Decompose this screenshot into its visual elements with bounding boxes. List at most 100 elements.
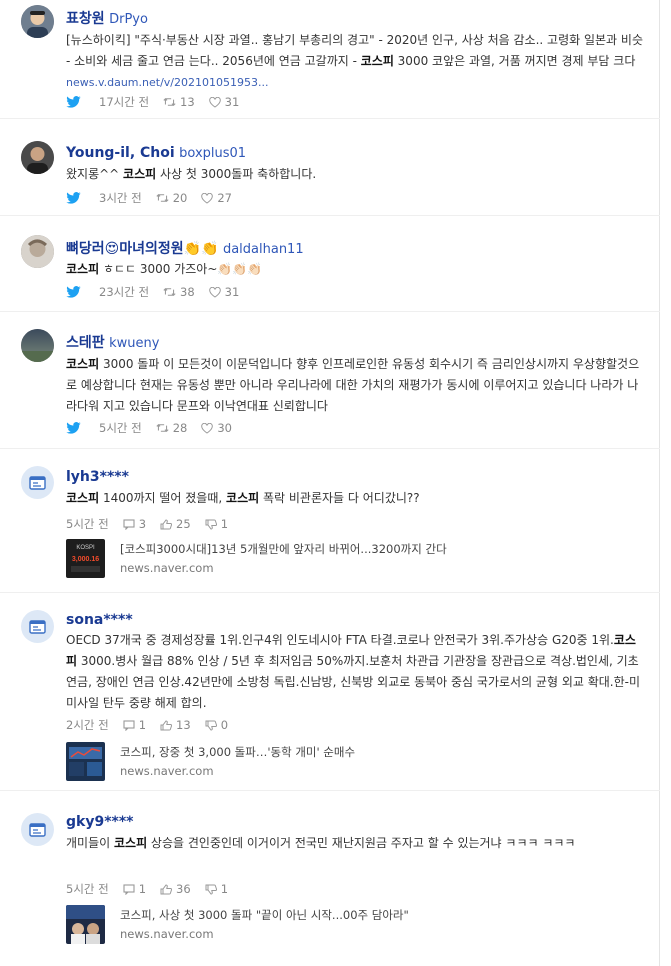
news-thumbnail [66,741,105,781]
tweet-item: Young-il, Choi boxplus01 왔지롱^^ 코스피 사상 첫 … [0,119,660,215]
news-source: news.naver.com [120,927,214,941]
thumbs-up-icon [160,883,173,894]
keyword-highlight: 코스피 [66,357,100,371]
reply-button[interactable]: 1 [123,718,146,732]
tweet-text: 코스피 3000 돌파 이 모든것이 이문덕입니다 향후 인프레로인한 유동성 … [66,354,646,417]
tweet-item: 스테판 kwueny 코스피 3000 돌파 이 모든것이 이문덕입니다 향후 … [0,312,660,448]
news-thumbnail: KOSPI 3,000.16 [66,538,105,578]
comment-item: sona**** OECD 37개국 중 경제성장률 1위.인구4위 인도네시아… [0,593,660,790]
like-button[interactable]: 27 [201,191,232,205]
tweet-text: 코스피 ㅎㄷㄷ 3000 가즈아~👏🏻👏🏻👏🏻 [66,259,646,280]
avatar[interactable] [21,235,54,268]
thumb-value: 3,000.16 [72,556,99,563]
tweet-text: 왔지롱^^ 코스피 사상 첫 3000돌파 축하합니다. [66,164,646,185]
author-handle[interactable]: DrPyo [109,12,148,27]
reply-button[interactable]: 1 [123,882,146,896]
author-name[interactable]: 표창원 [66,11,105,27]
like-button[interactable]: 31 [208,95,239,109]
thumbs-down-icon [205,884,217,895]
social-feed: 표창원 DrPyo [뉴스하이킥] "주식·부동산 시장 과열.. 홍남기 부총… [0,0,660,966]
text-part: 사상 첫 3000돌파 축하합니다. [156,167,317,181]
news-card[interactable]: KOSPI 3,000.16 [코스피3000시대]13년 5개월만에 앞자리 바… [66,538,447,578]
thumbs-up-button[interactable]: 13 [160,718,191,732]
author-name[interactable]: lyh3**** [66,469,129,485]
timestamp: 5시간 전 [66,882,109,896]
text-part: 3000.병사 월급 88% 인상 / 5년 후 최저임금 50%까지.보훈처 … [66,654,641,710]
like-count: 31 [224,285,240,299]
like-button[interactable]: 30 [201,421,232,435]
text-part: 3000 코앞은 과열, 거품 꺼지면 경제 부담 크다 [393,54,636,68]
text-part: 1400까지 떨어 졌을때, [99,491,227,505]
text-part: OECD 37개국 중 경제성장률 1위.인구4위 인도네시아 FTA 타결.코… [66,633,614,647]
news-title[interactable]: 코스피, 장중 첫 3,000 돌파…'동학 개미' 순매수 [120,744,355,760]
heart-icon [208,96,221,108]
avatar[interactable] [21,813,54,846]
news-title[interactable]: [코스피3000시대]13년 5개월만에 앞자리 바뀌어...3200까지 간다 [120,541,447,557]
comment-icon [123,518,135,530]
avatar[interactable] [21,466,54,499]
blog-icon [29,476,46,490]
comment-icon [123,719,135,731]
tweet-link[interactable]: news.v.daum.net/v/202101051953... [66,76,268,89]
comment-text: OECD 37개국 중 경제성장률 1위.인구4위 인도네시아 FTA 타결.코… [66,630,646,714]
author-name[interactable]: 스테판 [66,335,105,351]
timestamp: 17시간 전 [99,95,150,109]
author-handle[interactable]: daldalhan11 [223,242,304,257]
retweet-button[interactable]: 20 [156,191,187,205]
thumbs-up-button[interactable]: 25 [160,517,191,531]
retweet-button[interactable]: 13 [163,95,195,109]
author-name[interactable]: gky9**** [66,814,133,830]
text-part: 상승을 견인중인데 이거이거 전국민 재난지원금 주자고 할 수 있는거냐 ㅋㅋ… [147,836,576,850]
thumbs-up-button[interactable]: 36 [160,882,191,896]
keyword-highlight: 코스피 [66,262,100,276]
comment-item: gky9**** 개미들이 코스피 상승을 견인중인데 이거이거 전국민 재난지… [0,791,660,966]
thumbs-up-count: 36 [176,882,191,896]
thumbs-down-button[interactable]: 1 [205,517,228,531]
avatar[interactable] [21,329,54,362]
retweet-count: 28 [172,421,188,435]
keyword-highlight: 코스피 [123,167,157,181]
author-handle[interactable]: kwueny [109,336,159,351]
blog-icon [29,620,46,634]
author-handle[interactable]: boxplus01 [179,146,246,161]
retweet-icon [163,288,176,296]
reply-count: 1 [138,882,147,896]
twitter-bird-icon [66,422,85,434]
author-name[interactable]: 뼈당러😍마녀의정원👏👏 [66,241,219,257]
thumbs-down-icon [205,519,217,530]
thumbs-up-icon [160,719,173,730]
avatar[interactable] [21,610,54,643]
tweet-text: [뉴스하이킥] "주식·부동산 시장 과열.. 홍남기 부총리의 경고" - 2… [66,30,646,93]
comment-text: 코스피 1400까지 떨어 졌을때, 코스피 폭락 비관론자들 다 어디갔니?? [66,488,646,509]
thumbs-down-button[interactable]: 0 [205,718,228,732]
news-thumbnail [66,904,105,944]
news-card[interactable]: 코스피, 장중 첫 3,000 돌파…'동학 개미' 순매수 news.nave… [66,741,355,781]
keyword-highlight: 코스피 [66,491,100,505]
news-card[interactable]: 코스피, 사상 첫 3000 돌파 "끝이 아닌 시작...00주 담아라" n… [66,904,409,944]
retweet-button[interactable]: 28 [156,421,188,435]
like-button[interactable]: 31 [208,285,240,299]
thumbs-down-count: 1 [220,882,229,896]
retweet-icon [156,194,169,202]
retweet-icon [156,424,169,432]
avatar[interactable] [21,5,54,38]
avatar[interactable] [21,141,54,174]
comment-item: lyh3**** 코스피 1400까지 떨어 졌을때, 코스피 폭락 비관론자들… [0,449,660,592]
news-title[interactable]: 코스피, 사상 첫 3000 돌파 "끝이 아닌 시작...00주 담아라" [120,907,409,923]
author-name[interactable]: sona**** [66,612,133,628]
thumbs-down-icon [205,720,217,731]
author-name[interactable]: Young-il, Choi [66,145,175,161]
twitter-bird-icon [66,286,85,298]
comment-icon [123,883,135,895]
tweet-item: 뼈당러😍마녀의정원👏👏 daldalhan11 코스피 ㅎㄷㄷ 3000 가즈아… [0,216,660,311]
reply-button[interactable]: 3 [123,517,146,531]
heart-icon [201,192,214,204]
retweet-count: 38 [180,285,195,299]
heart-icon [201,422,214,434]
thumbs-down-button[interactable]: 1 [205,882,228,896]
thumbs-up-count: 13 [176,718,191,732]
like-count: 30 [217,421,232,435]
tweet-item: 표창원 DrPyo [뉴스하이킥] "주식·부동산 시장 과열.. 홍남기 부총… [0,0,660,118]
retweet-button[interactable]: 38 [163,285,195,299]
heart-icon [208,286,221,298]
